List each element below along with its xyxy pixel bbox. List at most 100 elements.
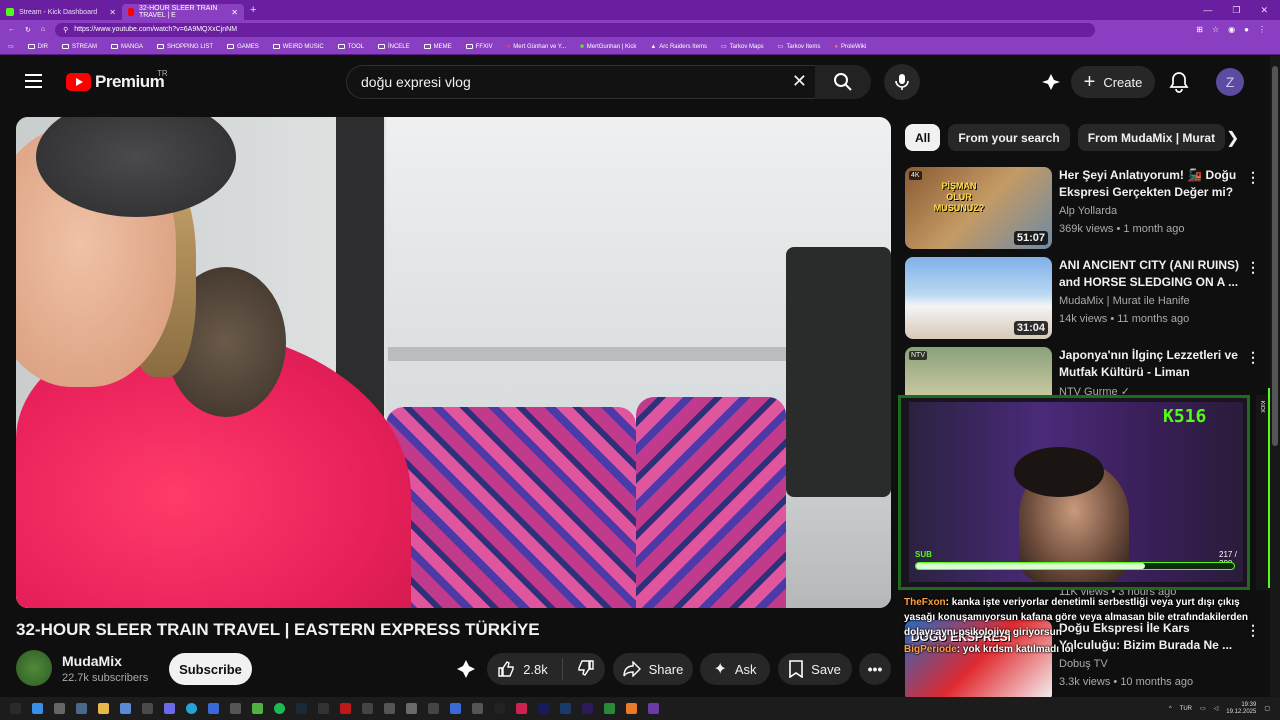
- video-thumbnail[interactable]: 4K PİŞMAN OLUR MUSUNUZ? 51:07: [905, 167, 1052, 249]
- start-windows-icon[interactable]: [32, 703, 43, 714]
- app-icon[interactable]: [120, 703, 131, 714]
- recommendation-title[interactable]: ANI ANCIENT CITY (ANI RUINS) and HORSE S…: [1059, 257, 1239, 291]
- clock[interactable]: 19:39 19.12.2025: [1226, 702, 1256, 716]
- recommendation-channel[interactable]: MudaMix | Murat ile Hanife: [1059, 295, 1190, 307]
- app-icon[interactable]: [494, 703, 505, 714]
- bookmark-item[interactable]: TOOL: [337, 44, 364, 50]
- search-icon[interactable]: [54, 703, 65, 714]
- close-tab-icon[interactable]: ✕: [109, 8, 116, 17]
- recommendation-channel[interactable]: Dobuş TV: [1059, 658, 1108, 670]
- tab-kick-dashboard[interactable]: Stream - Kick Dashboard ✕: [0, 4, 122, 20]
- menu-hamburger-icon[interactable]: [25, 74, 42, 92]
- profile-icon[interactable]: ●: [1244, 25, 1249, 34]
- subscribe-button[interactable]: Subscribe: [169, 653, 252, 685]
- chip-all[interactable]: All: [905, 124, 941, 151]
- more-vertical-icon[interactable]: ⋮: [1246, 259, 1260, 276]
- bookmark-item[interactable]: GAMES: [227, 44, 259, 50]
- bookmark-item[interactable]: MEME: [423, 44, 452, 50]
- chip-from-channel[interactable]: From MudaMix | Murat: [1077, 124, 1226, 151]
- like-button[interactable]: 2.8k: [497, 660, 548, 678]
- steam-icon[interactable]: [296, 703, 307, 714]
- widgets-icon[interactable]: [10, 703, 21, 714]
- sparkle-gem-icon[interactable]: [455, 658, 477, 685]
- xbox-icon[interactable]: [252, 703, 263, 714]
- obs-icon[interactable]: [362, 703, 373, 714]
- bookmarks-menu-icon[interactable]: ▭: [8, 43, 14, 50]
- premiere-icon[interactable]: [582, 703, 593, 714]
- channel-avatar[interactable]: [16, 650, 52, 686]
- bookmark-item[interactable]: MANGA: [111, 44, 143, 50]
- scrollbar-thumb[interactable]: [1272, 66, 1278, 446]
- bookmark-item[interactable]: WEIRD MUSIC: [272, 44, 324, 50]
- channel-name[interactable]: MudaMix: [62, 653, 122, 669]
- url-field[interactable]: ⚲ https://www.youtube.com/watch?v=6A9MQX…: [55, 22, 1096, 37]
- new-tab-icon[interactable]: +: [250, 4, 256, 16]
- recommendation-title[interactable]: Doğu Ekspresi İle Kars Yolculuğu: Bizim …: [1059, 620, 1239, 654]
- recommendation-channel[interactable]: Alp Yollarda: [1059, 205, 1117, 217]
- audition-icon[interactable]: [538, 703, 549, 714]
- app-icon[interactable]: [626, 703, 637, 714]
- bookmark-item[interactable]: SHOPPING LIST: [157, 44, 213, 50]
- recommendation-title[interactable]: Her Şeyi Anlatıyorum! 🚂 Doğu Ekspresi Ge…: [1059, 167, 1239, 203]
- network-icon[interactable]: ▭: [1200, 705, 1206, 712]
- minimize-icon[interactable]: —: [1203, 5, 1212, 16]
- video-player[interactable]: [16, 117, 891, 608]
- video-thumbnail[interactable]: 31:04: [905, 257, 1052, 339]
- dislike-button[interactable]: [577, 659, 595, 680]
- extension-icon[interactable]: ◉: [1228, 25, 1235, 34]
- star-icon[interactable]: ☆: [1212, 25, 1219, 34]
- discord-icon[interactable]: [164, 703, 175, 714]
- youtube-premium-logo[interactable]: Premium TR: [66, 69, 168, 92]
- close-window-icon[interactable]: ✕: [1260, 5, 1268, 16]
- refresh-icon[interactable]: ↻: [25, 26, 31, 34]
- voice-search-button[interactable]: [884, 64, 920, 100]
- more-vertical-icon[interactable]: ⋮: [1246, 169, 1260, 186]
- app-icon[interactable]: [340, 703, 351, 714]
- home-icon[interactable]: ⌂: [41, 26, 45, 33]
- app-icon[interactable]: [230, 703, 241, 714]
- bookmark-item[interactable]: ▭ Tarkov Maps: [721, 43, 764, 51]
- bookmark-item[interactable]: ▲ Arc Raiders Items: [650, 44, 707, 50]
- volume-icon[interactable]: ◁: [1214, 705, 1219, 712]
- more-actions-button[interactable]: •••: [859, 653, 891, 685]
- recommendation-title[interactable]: Japonya'nın İlginç Lezzetleri ve Mutfak …: [1059, 347, 1239, 383]
- spotify-icon[interactable]: [274, 703, 285, 714]
- app-icon[interactable]: [604, 703, 615, 714]
- notifications-bell-icon[interactable]: [1169, 71, 1189, 98]
- create-button[interactable]: + Create: [1071, 66, 1155, 98]
- save-button[interactable]: Save: [778, 653, 852, 685]
- bookmark-item[interactable]: DIR: [27, 44, 48, 50]
- app-icon[interactable]: [384, 703, 395, 714]
- task-view-icon[interactable]: [76, 703, 87, 714]
- clear-search-icon[interactable]: ✕: [792, 71, 807, 92]
- sparkle-gem-icon[interactable]: [1040, 72, 1062, 97]
- photoshop-icon[interactable]: [560, 703, 571, 714]
- file-explorer-icon[interactable]: [98, 703, 109, 714]
- back-icon[interactable]: ←: [8, 26, 15, 33]
- bookmark-item[interactable]: ● ProleWiki: [834, 44, 866, 50]
- edge-icon[interactable]: [186, 703, 197, 714]
- bookmark-item[interactable]: STREAM: [62, 44, 97, 50]
- chevron-right-icon[interactable]: ❯: [1226, 128, 1239, 148]
- app-icon[interactable]: [142, 703, 153, 714]
- language-indicator[interactable]: TUR: [1180, 706, 1192, 712]
- search-input[interactable]: doğu expresi vlog ✕: [346, 65, 816, 99]
- close-tab-icon[interactable]: ✕: [231, 8, 238, 17]
- restore-icon[interactable]: ❐: [1232, 5, 1240, 16]
- ask-button[interactable]: ✦ Ask: [700, 653, 770, 685]
- more-vertical-icon[interactable]: ⋮: [1246, 622, 1260, 639]
- notification-icon[interactable]: ▢: [1264, 705, 1270, 712]
- tray-chevron-icon[interactable]: ^: [1169, 706, 1172, 712]
- app-icon[interactable]: [406, 703, 417, 714]
- bookmark-item[interactable]: ● Mert Günhan ve Y...: [507, 44, 566, 50]
- app-icon[interactable]: [450, 703, 461, 714]
- bookmark-item[interactable]: ■ MertGunhan | Kick: [580, 44, 636, 50]
- app-icon[interactable]: [516, 703, 527, 714]
- recommendation-item[interactable]: 31:04 ANI ANCIENT CITY (ANI RUINS) and H…: [905, 257, 1265, 339]
- account-avatar[interactable]: Z: [1216, 68, 1244, 96]
- tab-youtube-video[interactable]: 32-HOUR SLEER TRAIN TRAVEL | E ✕: [122, 4, 244, 20]
- site-info-icon[interactable]: ⚲: [63, 26, 68, 34]
- search-button[interactable]: [815, 65, 871, 99]
- app-icon[interactable]: [428, 703, 439, 714]
- menu-icon[interactable]: ⋮: [1258, 25, 1266, 34]
